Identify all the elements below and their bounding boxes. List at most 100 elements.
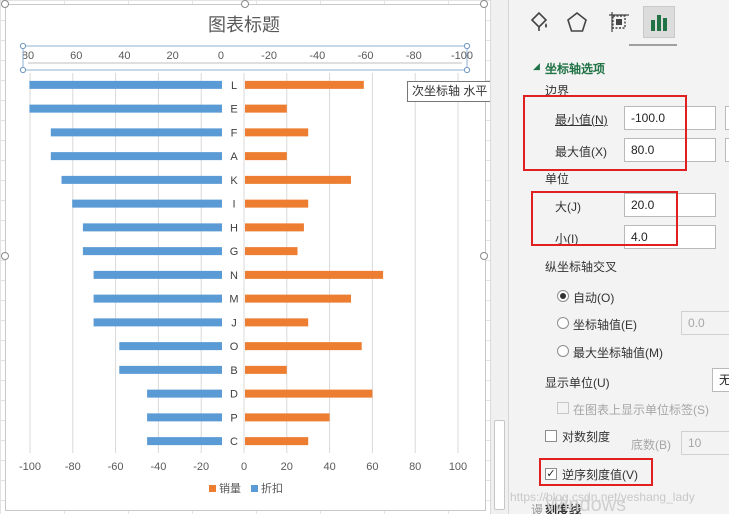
category-label: C xyxy=(230,436,238,448)
secondary-x-tick-label: -20 xyxy=(261,50,277,62)
chart-area[interactable]: 图表标题 -100 -80 -60 -40 -20 0 20 40 60 80 100 80 60 40 20… xyxy=(5,4,531,511)
bar-sales-B xyxy=(245,365,287,374)
bar-sales-E xyxy=(245,104,287,113)
auto-label: 自动(O) xyxy=(573,291,615,305)
max-axis-label: 最大坐标轴值(M) xyxy=(573,346,663,360)
category-label: G xyxy=(230,246,239,258)
effects-icon[interactable] xyxy=(561,6,593,38)
axis-selection-handle xyxy=(463,66,471,74)
axis-selection-handle xyxy=(19,66,27,74)
primary-x-tick-label: 60 xyxy=(366,461,378,473)
category-label: D xyxy=(230,389,238,401)
primary-x-tick-label: 20 xyxy=(281,461,293,473)
collapse-icon[interactable]: ◢ xyxy=(533,61,540,72)
secondary-x-tick-label: 80 xyxy=(22,50,34,62)
chart-handle-ml[interactable] xyxy=(1,252,9,260)
section-title[interactable]: 坐标轴选项 xyxy=(545,60,605,77)
bar-discount-F xyxy=(50,128,222,137)
bar-discount-K xyxy=(61,175,222,184)
chart-handle-mr[interactable] xyxy=(480,252,488,260)
bar-sales-H xyxy=(245,223,304,232)
bar-discount-C xyxy=(147,437,222,446)
legend-label-discount: 折扣 xyxy=(261,481,283,495)
bar-sales-P xyxy=(245,413,330,422)
chart-handle-tl[interactable] xyxy=(1,0,9,8)
bounds-highlight xyxy=(523,95,687,171)
secondary-axis-selection xyxy=(22,45,468,71)
bar-discount-E xyxy=(29,104,223,113)
bar-discount-D xyxy=(147,389,222,398)
category-label: H xyxy=(230,222,238,234)
primary-x-tick-label: -60 xyxy=(108,461,124,473)
chart-handle-tr[interactable] xyxy=(480,0,488,8)
category-label: F xyxy=(231,127,238,139)
bar-sales-L xyxy=(245,80,364,89)
bar-sales-I xyxy=(245,199,309,208)
bar-discount-H xyxy=(82,223,223,232)
max-axis-radio[interactable] xyxy=(557,345,569,357)
size-icon[interactable] xyxy=(603,6,635,38)
bar-discount-O xyxy=(119,342,222,351)
bar-chart-icon[interactable] xyxy=(643,6,675,38)
axis-value-label: 坐标轴值(E) xyxy=(573,318,637,332)
primary-x-tick-label: -100 xyxy=(19,461,41,473)
category-label: K xyxy=(230,175,238,187)
reverse-highlight xyxy=(539,458,653,486)
axis-value-input[interactable]: 0.0 xyxy=(681,311,729,335)
bar-discount-B xyxy=(119,365,222,374)
category-label: P xyxy=(230,412,237,424)
bar-discount-N xyxy=(93,270,222,279)
units-heading: 单位 xyxy=(545,172,570,186)
format-axis-pane: ◢ 坐标轴选项 边界 最小值(N) -100.0 最大值(X) 80.0 单位 … xyxy=(508,0,729,514)
scrollbar-thumb[interactable] xyxy=(494,420,505,510)
category-label: I xyxy=(232,199,235,211)
display-units-select[interactable]: 无 xyxy=(712,368,729,392)
legend-label-sales: 销量 xyxy=(219,481,241,495)
axis-value-radio[interactable] xyxy=(557,317,569,329)
bar-sales-N xyxy=(245,270,384,279)
bar-discount-L xyxy=(29,80,223,89)
show-units-checkbox[interactable] xyxy=(557,402,569,414)
bar-sales-D xyxy=(245,389,373,398)
legend-swatch-discount xyxy=(251,485,258,492)
bar-discount-A xyxy=(50,152,222,161)
chart-handle-tm[interactable] xyxy=(241,0,249,8)
secondary-x-tick-label: -100 xyxy=(451,50,473,62)
bar-sales-F xyxy=(245,128,309,137)
cross-heading: 纵坐标轴交叉 xyxy=(545,260,618,274)
bar-sales-G xyxy=(245,247,298,256)
bar-discount-J xyxy=(93,318,222,327)
primary-x-tick-label: 80 xyxy=(409,461,421,473)
category-label: E xyxy=(230,104,237,116)
display-units-label: 显示单位(U) xyxy=(545,376,610,390)
secondary-x-tick-label: 60 xyxy=(70,50,82,62)
units-highlight xyxy=(531,191,678,246)
primary-x-tick-label: 40 xyxy=(323,461,335,473)
bar-sales-J xyxy=(245,318,309,327)
category-label: O xyxy=(230,341,239,353)
log-scale-checkbox[interactable] xyxy=(545,430,557,442)
secondary-x-tick-label: -40 xyxy=(309,50,325,62)
bar-sales-K xyxy=(245,175,351,184)
legend-swatch-sales xyxy=(209,485,216,492)
primary-x-tick-label: 0 xyxy=(241,461,247,473)
auto-radio[interactable] xyxy=(557,290,569,302)
category-label: J xyxy=(231,317,237,329)
max-reset-button[interactable] xyxy=(725,138,729,162)
bar-discount-P xyxy=(147,413,222,422)
secondary-x-tick-label: 20 xyxy=(167,50,179,62)
bar-sales-O xyxy=(245,342,362,351)
category-label: B xyxy=(230,365,237,377)
primary-x-tick-label: -80 xyxy=(65,461,81,473)
category-label: N xyxy=(230,270,238,282)
primary-x-tick-label: -20 xyxy=(193,461,209,473)
base-input[interactable]: 10 xyxy=(681,431,729,455)
fill-icon[interactable] xyxy=(523,6,555,38)
axis-selection-handle xyxy=(19,42,27,50)
log-scale-label: 对数刻度 xyxy=(562,430,611,444)
bar-discount-I xyxy=(72,199,222,208)
secondary-x-tick-label: -60 xyxy=(358,50,374,62)
min-reset-button[interactable] xyxy=(725,106,729,130)
chart-title: 图表标题 xyxy=(208,15,280,35)
sheet-scrollbar[interactable] xyxy=(490,0,509,514)
